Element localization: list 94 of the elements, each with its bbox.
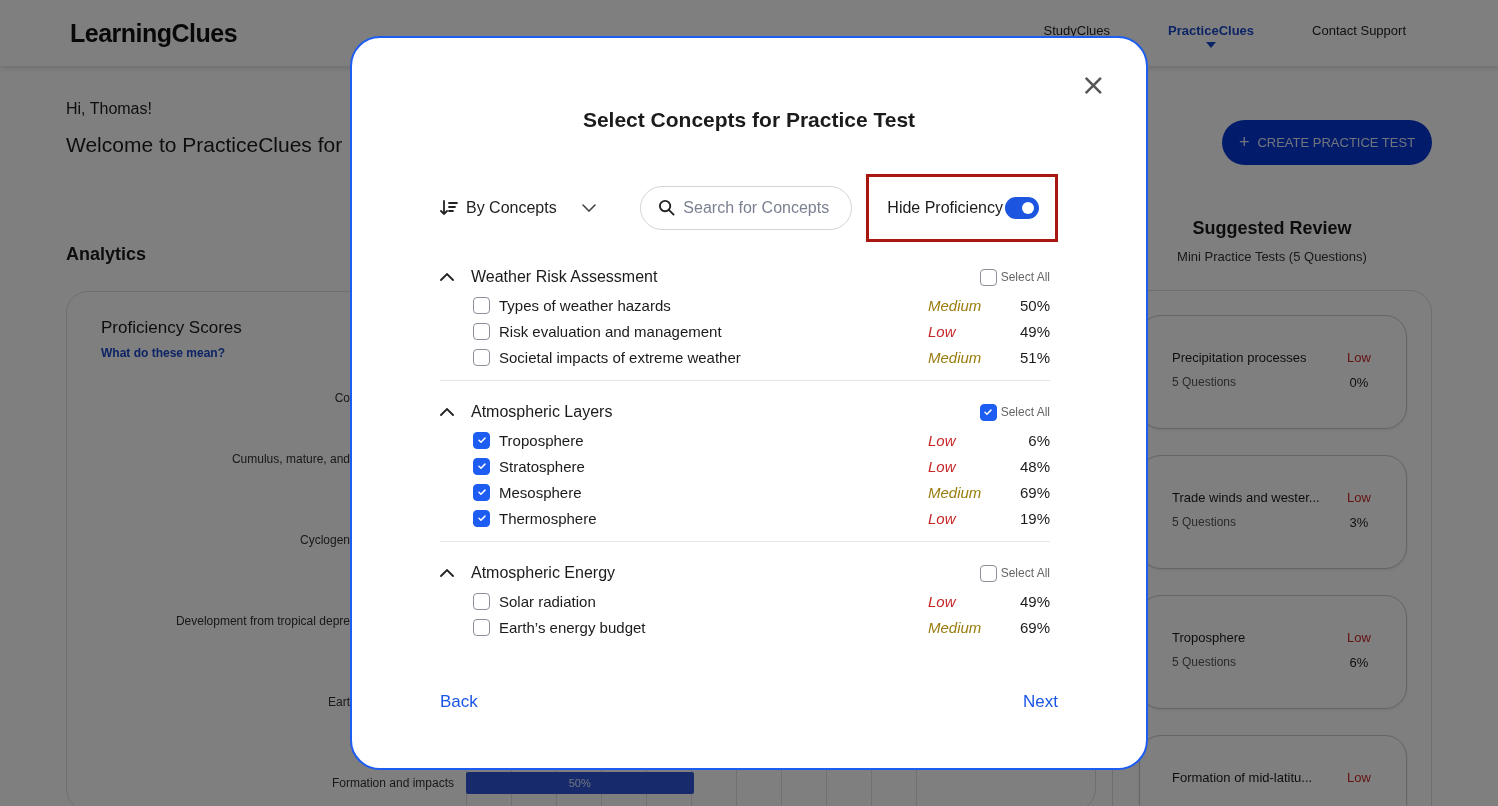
proficiency-level: Medium: [928, 483, 983, 501]
group-title: Weather Risk Assessment: [471, 268, 659, 286]
checkbox-label: Select All: [1000, 405, 1050, 419]
nav-link[interactable]: StudyClues: [1043, 22, 1111, 38]
toggle-label: Hide Proficiency: [887, 199, 1003, 217]
proficiency-level: Low: [1346, 630, 1372, 645]
percent-score: 0%: [1348, 375, 1370, 390]
concept-label: Types of weather hazards: [499, 296, 672, 314]
card-title: Formation of mid-latitu...: [1172, 770, 1313, 785]
proficiency-level: Low: [1346, 770, 1372, 785]
checkbox[interactable]: [979, 403, 997, 421]
chevron-down-icon: [582, 204, 597, 212]
chart-label: Co: [334, 391, 350, 405]
chart-label: Cyclogen: [299, 532, 350, 547]
section-title: Analytics: [66, 244, 148, 265]
checkbox[interactable]: [473, 348, 490, 366]
percent-score: 48%: [1018, 457, 1050, 475]
close-button[interactable]: ×: [1080, 70, 1106, 100]
chart-label: Formation and impacts: [331, 775, 454, 790]
chart-label: Cumulus, mature, and: [231, 451, 350, 466]
concept-label: Risk evaluation and management: [499, 322, 723, 340]
percent-score: 50%: [1018, 296, 1050, 314]
chart-bar: 50%: [466, 771, 694, 794]
proficiency-level: Low: [1346, 490, 1372, 505]
proficiency-level: Low: [928, 322, 957, 340]
concept-label: Earth’s energy budget: [499, 618, 647, 636]
proficiency-level: Low: [928, 457, 957, 475]
question-count: 5 Questions: [1172, 515, 1237, 530]
percent-score: 69%: [1018, 618, 1050, 636]
review-card[interactable]: Formation of mid-latitu... Low: [1139, 735, 1407, 806]
proficiency-level: Medium: [928, 296, 983, 314]
welcome-text: Welcome to PracticeClues for: [66, 133, 343, 157]
help-link[interactable]: What do these mean?: [101, 346, 225, 360]
card-title: Trade winds and wester...: [1172, 490, 1320, 505]
chevron-up-icon[interactable]: [440, 569, 454, 577]
caret-icon: [1206, 41, 1217, 48]
toggle-switch[interactable]: [1005, 197, 1039, 219]
concept-label: Thermosphere: [499, 509, 598, 527]
checkbox[interactable]: [473, 457, 490, 475]
search-field[interactable]: Search for Concepts: [640, 186, 853, 230]
proficiency-level: Low: [928, 592, 957, 610]
proficiency-level: Medium: [928, 618, 983, 636]
checkbox[interactable]: [979, 564, 997, 582]
section-subtitle: Mini Practice Tests (5 Questions): [1177, 249, 1367, 264]
checkbox[interactable]: [473, 296, 490, 314]
checkbox-label: Select All: [1000, 566, 1050, 580]
concept-label: Societal impacts of extreme weather: [499, 348, 742, 366]
checkbox[interactable]: [473, 483, 490, 501]
proficiency-level: Medium: [928, 348, 983, 366]
nav-link[interactable]: Contact Support: [1312, 22, 1406, 38]
logo[interactable]: LearningClues: [70, 18, 238, 48]
concept-label: Solar radiation: [499, 592, 597, 610]
question-count: 5 Questions: [1172, 375, 1237, 390]
checkbox[interactable]: [473, 322, 490, 340]
dialog-title: Select Concepts for Practice Test: [581, 108, 917, 132]
checkbox[interactable]: [979, 268, 997, 286]
proficiency-level: Low: [928, 431, 957, 449]
percent-score: 49%: [1018, 322, 1050, 340]
greeting-text: Hi, Thomas!: [66, 100, 153, 118]
concept-label: Troposphere: [499, 431, 585, 449]
checkbox[interactable]: [473, 509, 490, 527]
percent-score: 19%: [1018, 509, 1050, 527]
group-title: Atmospheric Layers: [471, 403, 614, 421]
search-icon: [658, 199, 676, 216]
question-count: 5 Questions: [1172, 655, 1237, 670]
create-practice-test-button[interactable]: + CREATE PRACTICE TEST: [1222, 120, 1432, 165]
card-title: Proficiency Scores: [101, 318, 242, 338]
chart-label: Development from tropical depre: [175, 613, 350, 628]
checkbox-label: Select All: [1000, 270, 1050, 284]
sort-dropdown[interactable]: By Concepts: [440, 199, 597, 217]
card-title: Precipitation processes: [1172, 350, 1307, 365]
percent-score: 3%: [1348, 515, 1370, 530]
sort-icon: [440, 200, 458, 216]
back-link[interactable]: Back: [440, 692, 478, 712]
section-title: Suggested Review: [1192, 218, 1352, 239]
proficiency-level: Low: [1346, 350, 1372, 365]
chevron-up-icon[interactable]: [440, 408, 454, 416]
next-link[interactable]: Next: [1023, 692, 1058, 712]
percent-score: 6%: [1027, 431, 1050, 449]
nav-link[interactable]: PracticeClues: [1168, 22, 1255, 38]
chevron-up-icon[interactable]: [440, 273, 454, 281]
percent-score: 51%: [1018, 348, 1050, 366]
percent-score: 6%: [1348, 655, 1370, 670]
checkbox[interactable]: [473, 431, 490, 449]
card-title: Troposphere: [1172, 630, 1246, 645]
group-title: Atmospheric Energy: [471, 564, 617, 582]
proficiency-level: Low: [928, 509, 957, 527]
checkbox[interactable]: [473, 592, 490, 610]
percent-score: 69%: [1018, 483, 1050, 501]
percent-score: 49%: [1018, 592, 1050, 610]
concept-label: Mesosphere: [499, 483, 583, 501]
checkbox[interactable]: [473, 618, 490, 636]
chart-label: Eart: [328, 694, 350, 709]
concept-label: Stratosphere: [499, 457, 586, 475]
